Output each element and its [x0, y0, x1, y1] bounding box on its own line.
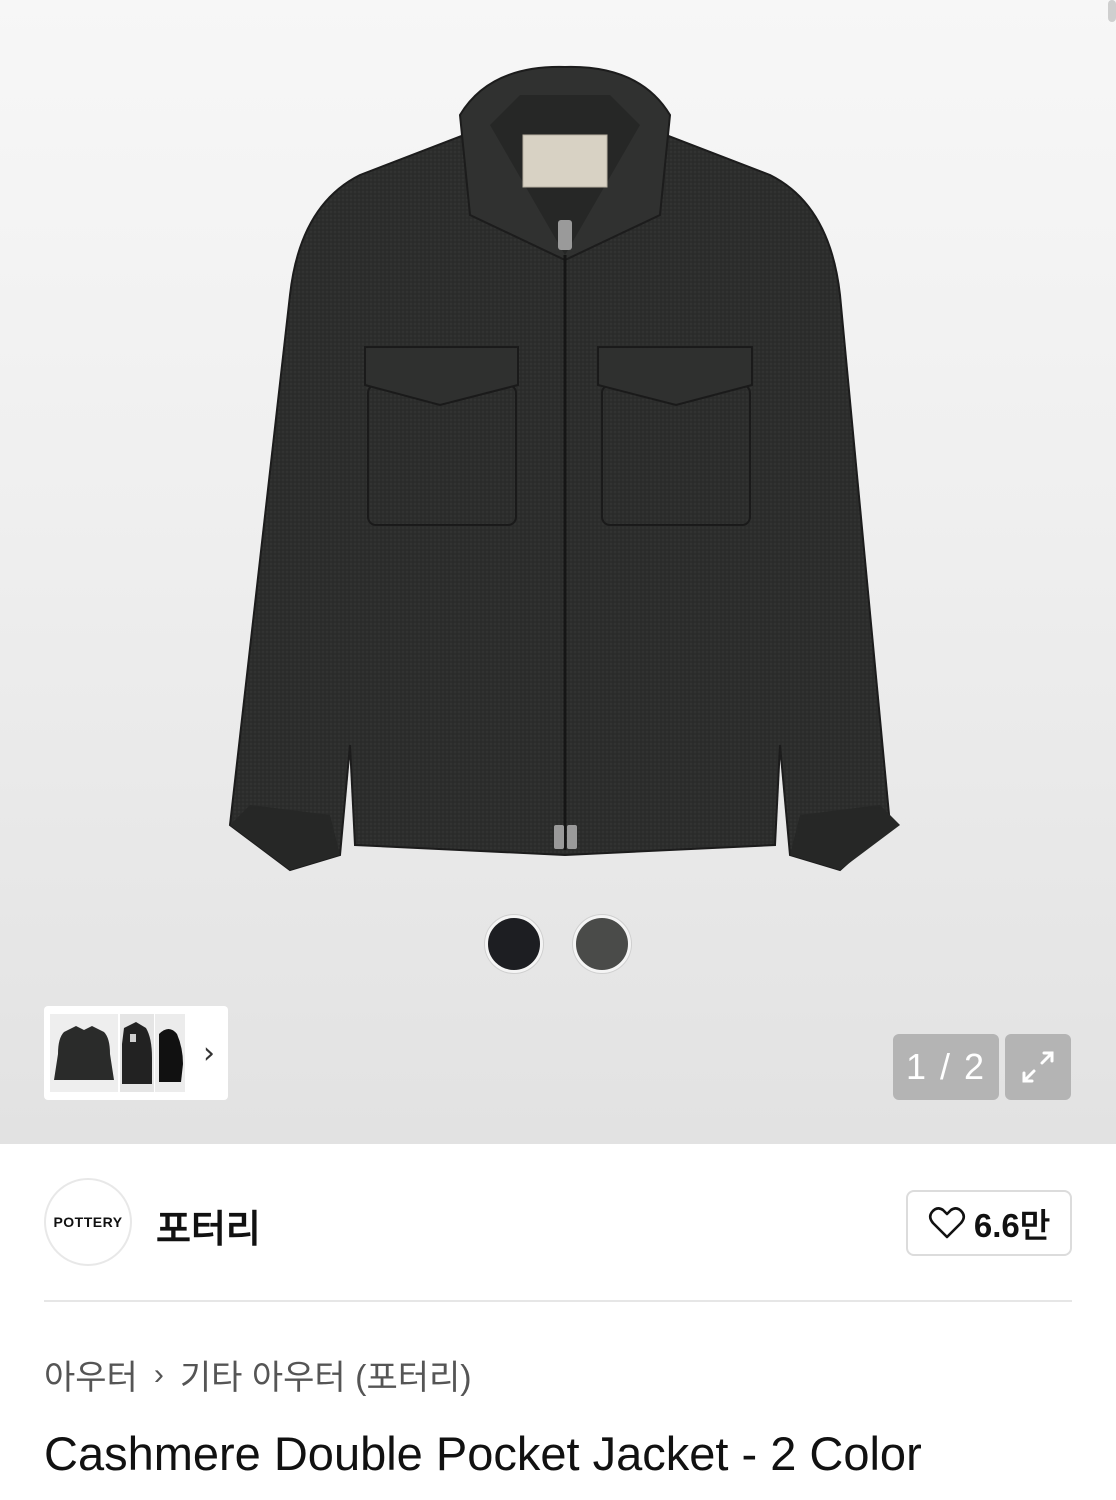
brand-row: POTTERY 포터리 6.6만 — [44, 1178, 1072, 1266]
image-counter: 1 / 2 — [893, 1034, 999, 1100]
expand-icon — [1022, 1051, 1054, 1083]
like-button[interactable]: 6.6만 — [906, 1190, 1072, 1256]
product-title: Cashmere Double Pocket Jacket - 2 Color — [44, 1427, 922, 1480]
thumbnail-3[interactable] — [155, 1014, 185, 1092]
product-image-gallery[interactable]: › 1 / 2 — [0, 0, 1116, 1144]
swatch-navy-black[interactable] — [485, 915, 543, 973]
like-count: 6.6만 — [973, 1207, 1051, 1244]
thumbnail-strip: › — [44, 1006, 228, 1100]
breadcrumb: 아우터 › 기타 아우터 (포터리) — [44, 1350, 472, 1399]
swatch-charcoal[interactable] — [573, 915, 631, 973]
thumbnail-2[interactable] — [120, 1014, 154, 1092]
brand-name[interactable]: 포터리 — [156, 1198, 261, 1253]
expand-button[interactable] — [1005, 1034, 1071, 1100]
breadcrumb-other-outer[interactable]: 기타 아우터 (포터리) — [180, 1350, 472, 1399]
chevron-right-icon: › — [153, 1357, 164, 1391]
thumbnail-1[interactable] — [50, 1014, 118, 1092]
scrollbar[interactable] — [1108, 0, 1116, 22]
brand-logo[interactable]: POTTERY — [44, 1178, 132, 1266]
heart-icon — [928, 1207, 965, 1239]
product-main-image — [228, 65, 900, 872]
breadcrumb-outer[interactable]: 아우터 — [44, 1350, 138, 1399]
thumbnails-next-arrow[interactable]: › — [197, 1033, 221, 1073]
color-swatches — [485, 915, 631, 973]
divider — [44, 1300, 1072, 1302]
